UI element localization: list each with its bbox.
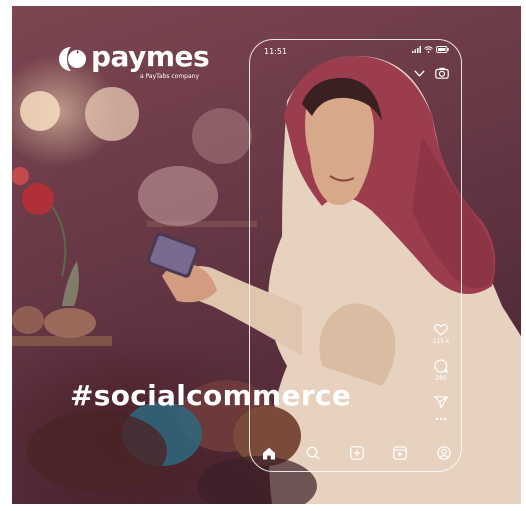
reels-icon[interactable]: [393, 446, 408, 460]
search-icon[interactable]: [306, 446, 320, 460]
nav-create[interactable]: [348, 444, 366, 462]
nav-home[interactable]: [260, 444, 278, 462]
nav-search[interactable]: [304, 444, 322, 462]
more-icon[interactable]: [435, 417, 447, 421]
hero-image: paymes a PayTabs company #socialcommerce…: [12, 6, 521, 504]
chevron-down-icon[interactable]: [414, 69, 425, 77]
share-action[interactable]: [434, 396, 448, 409]
nav-reels[interactable]: [391, 444, 409, 462]
post-actions: 215 k 280: [429, 324, 453, 421]
camera-icon[interactable]: [435, 67, 449, 79]
more-action[interactable]: [435, 417, 447, 421]
heart-icon[interactable]: [434, 324, 448, 336]
status-icons: [412, 46, 449, 53]
profile-icon[interactable]: [437, 446, 451, 460]
battery-icon: [436, 46, 449, 53]
phone-frame-overlay: 11:51 215 k 280: [249, 39, 462, 472]
paymes-logo-icon: [59, 47, 86, 71]
comment-icon[interactable]: [434, 359, 448, 373]
top-actions: [414, 67, 449, 79]
brand-tagline: a PayTabs company: [140, 73, 200, 80]
like-count: 215 k: [432, 338, 450, 345]
signal-icon: [412, 46, 421, 53]
create-post-icon[interactable]: [349, 446, 364, 460]
paymes-logo: paymes a PayTabs company: [58, 40, 210, 80]
send-icon[interactable]: [434, 396, 448, 409]
brand-name: paymes: [91, 40, 210, 73]
wifi-icon: [424, 46, 433, 53]
nav-profile[interactable]: [435, 444, 453, 462]
comment-action[interactable]: 280: [434, 359, 448, 382]
bottom-nav-bar: [260, 444, 453, 462]
like-action[interactable]: 215 k: [432, 324, 450, 345]
home-icon[interactable]: [262, 447, 276, 460]
status-time: 11:51: [264, 47, 288, 56]
comment-count: 280: [435, 375, 447, 382]
